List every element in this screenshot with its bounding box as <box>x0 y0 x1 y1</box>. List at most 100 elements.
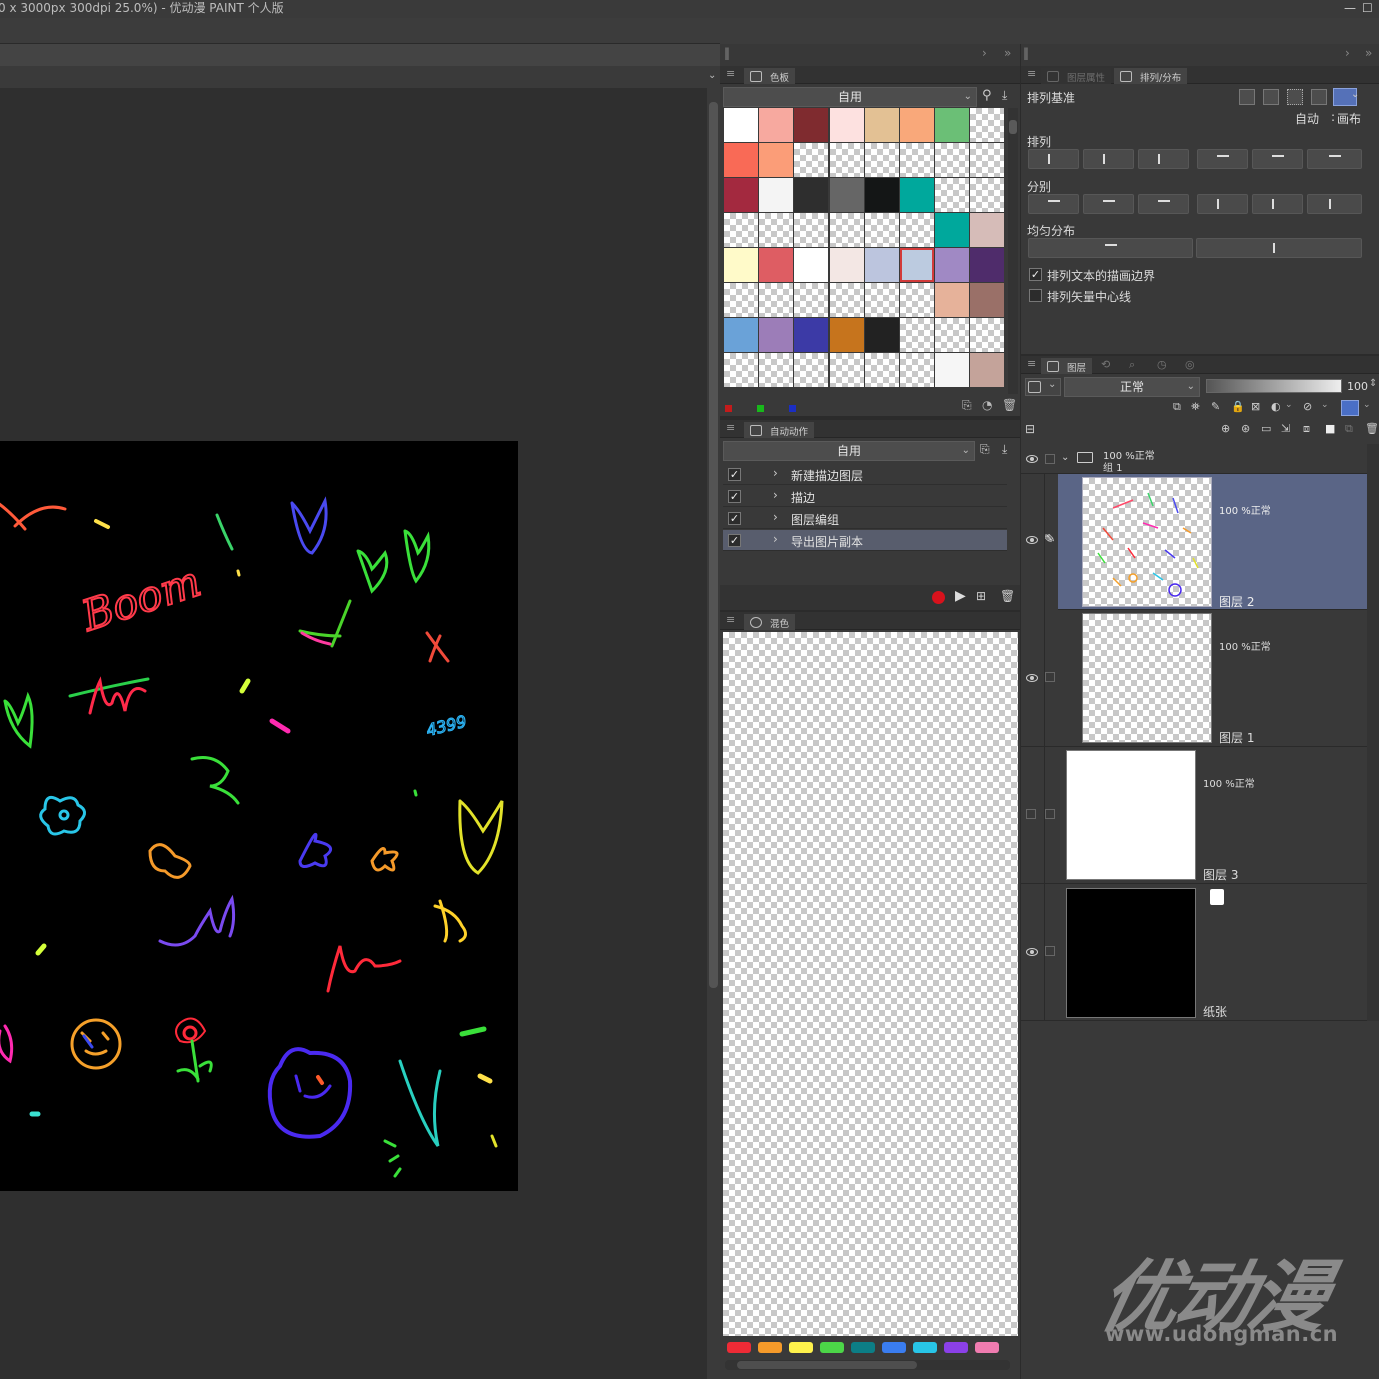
color-swatch[interactable] <box>864 213 899 247</box>
auto-action-set-select[interactable]: 自用 ⌄ <box>723 441 975 461</box>
trash-icon[interactable]: 🗑 <box>1000 589 1015 603</box>
lock-toggle-icon[interactable] <box>1045 454 1055 464</box>
align-right-button[interactable] <box>1138 149 1189 169</box>
new-vector-layer-icon[interactable]: ⊛ <box>1241 422 1250 435</box>
search-tab-icon[interactable]: ⌕ <box>1129 358 1135 372</box>
base-canvas-icon[interactable] <box>1263 89 1279 105</box>
color-swatch[interactable] <box>935 213 970 247</box>
color-swatch[interactable] <box>794 318 829 352</box>
color-swatch[interactable] <box>864 283 899 317</box>
trash-icon[interactable]: 🗑 <box>1002 398 1017 412</box>
color-swatch[interactable] <box>900 248 934 282</box>
chevron-down-icon[interactable]: ⌄ <box>1321 400 1329 410</box>
color-swatch[interactable] <box>724 318 758 352</box>
trash-icon[interactable]: 🗑 <box>1365 422 1379 435</box>
color-swatch[interactable] <box>759 143 794 177</box>
base-selection-icon[interactable] <box>1239 89 1255 105</box>
layer-row-group[interactable]: ⌄ 100 %正常 组 1 <box>1021 444 1367 474</box>
mix-color-swatch[interactable] <box>882 1342 906 1353</box>
opacity-value[interactable]: 100 <box>1347 380 1368 393</box>
color-swatch[interactable] <box>900 108 934 142</box>
chevron-right-icon[interactable]: › <box>982 46 987 60</box>
color-swatch[interactable] <box>935 108 970 142</box>
distribute-left-button[interactable] <box>1197 194 1248 214</box>
color-swatch[interactable] <box>970 248 1005 282</box>
mix-color-canvas[interactable] <box>723 632 1018 1336</box>
tab-layer-property[interactable]: 图层属性 <box>1041 68 1112 84</box>
maximize-icon[interactable]: ☐ <box>1362 0 1373 16</box>
color-swatch[interactable] <box>829 108 864 142</box>
color-swatch[interactable] <box>794 283 829 317</box>
color-swatch[interactable] <box>970 178 1005 212</box>
history-tab-icon[interactable]: ⟲ <box>1101 358 1110 371</box>
even-vertical-button[interactable] <box>1028 238 1193 258</box>
color-swatch[interactable] <box>759 353 794 387</box>
lock-alpha-icon[interactable]: ⊠ <box>1251 400 1260 413</box>
minimize-icon[interactable]: — <box>1344 0 1356 16</box>
color-swatch[interactable] <box>864 318 899 352</box>
add-action-icon[interactable]: ⊞ <box>976 589 986 603</box>
tab-layers[interactable]: 图层 <box>1041 358 1093 374</box>
base-layer-icon[interactable] <box>1311 89 1327 105</box>
align-left-button[interactable] <box>1028 149 1079 169</box>
grip-icon[interactable]: ‖ <box>1023 46 1029 60</box>
color-swatch[interactable] <box>724 108 758 142</box>
color-swatch[interactable] <box>935 248 970 282</box>
tab-auto-action[interactable]: 自动动作 <box>744 422 815 438</box>
color-swatch[interactable] <box>794 353 829 387</box>
color-swatch[interactable] <box>935 318 970 352</box>
color-swatch[interactable] <box>829 143 864 177</box>
mix-color-swatch[interactable] <box>975 1342 999 1353</box>
visibility-toggle-icon[interactable] <box>1026 809 1036 819</box>
align-vcenter-button[interactable] <box>1252 149 1303 169</box>
menu-icon[interactable]: ≡ <box>726 67 735 80</box>
draft-icon[interactable]: ✎ <box>1211 400 1220 413</box>
lock-toggle-icon[interactable] <box>1045 809 1055 819</box>
auto-action-checkbox[interactable]: ✓ <box>728 534 741 547</box>
color-swatch[interactable] <box>724 213 758 247</box>
auto-action-item[interactable]: ✓ › 导出图片副本 <box>723 530 1007 551</box>
chevron-right-icon[interactable]: › <box>773 510 778 524</box>
color-swatch[interactable] <box>794 248 829 282</box>
palette-swatch-grid[interactable] <box>724 108 1006 394</box>
mask-create-icon[interactable]: ■ <box>1325 422 1335 435</box>
mix-color-swatch[interactable] <box>789 1342 813 1353</box>
color-swatch[interactable] <box>724 248 758 282</box>
menu-icon[interactable]: ≡ <box>726 613 735 626</box>
mix-scrollbar[interactable] <box>725 1360 1010 1370</box>
align-bottom-button[interactable] <box>1307 149 1362 169</box>
color-swatch[interactable] <box>864 108 899 142</box>
mix-color-swatch[interactable] <box>851 1342 875 1353</box>
color-swatch[interactable] <box>794 108 829 142</box>
add-color-icon[interactable]: ⎘ <box>962 398 972 413</box>
eye-icon[interactable] <box>1026 674 1038 682</box>
color-swatch[interactable] <box>759 178 794 212</box>
auto-action-checkbox[interactable]: ✓ <box>728 512 741 525</box>
eye-icon[interactable] <box>1026 948 1038 956</box>
color-swatch[interactable] <box>900 178 934 212</box>
eyedropper-icon[interactable]: ⚲ <box>982 88 992 103</box>
menu-icon[interactable]: ≡ <box>1027 67 1036 80</box>
color-swatch[interactable] <box>794 178 829 212</box>
color-swatch[interactable] <box>759 108 794 142</box>
chevron-down-icon[interactable]: ⌄ <box>1061 452 1069 463</box>
color-swatch[interactable] <box>900 143 934 177</box>
chevron-down-icon[interactable]: ⌄ <box>708 70 716 81</box>
drawing-canvas[interactable]: Boom 4399 <box>0 441 518 1191</box>
duplicate-icon[interactable]: ⎘ <box>980 442 990 457</box>
chevron-down-icon[interactable]: ⌄ <box>1285 400 1293 410</box>
record-icon[interactable] <box>932 591 945 604</box>
opacity-stepper-icon[interactable]: ⇕ <box>1369 378 1377 389</box>
option-text-bounds-checkbox[interactable]: ✓ <box>1029 268 1042 281</box>
align-hcenter-button[interactable] <box>1083 149 1134 169</box>
ruler-icon[interactable]: ⊘ <box>1303 400 1312 413</box>
distribute-vcenter-button[interactable] <box>1083 194 1134 214</box>
color-swatch[interactable] <box>900 213 934 247</box>
color-swatch[interactable] <box>970 283 1005 317</box>
color-swatch[interactable] <box>970 353 1005 387</box>
chevron-right-icon[interactable]: › <box>773 466 778 480</box>
color-swatch[interactable] <box>724 143 758 177</box>
tab-palette[interactable]: 色板 <box>744 68 796 84</box>
auto-action-item[interactable]: ✓ › 图层编组 <box>723 508 1007 529</box>
color-swatch[interactable] <box>970 143 1005 177</box>
